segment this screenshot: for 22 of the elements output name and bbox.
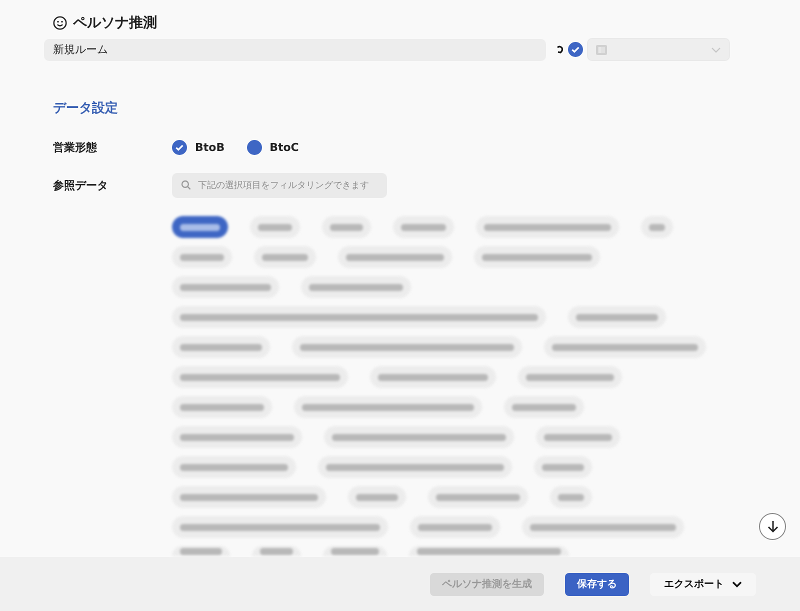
scroll-down-button[interactable] <box>759 513 786 540</box>
chevron-down-icon <box>732 580 742 588</box>
confirm-icon[interactable] <box>568 42 583 57</box>
page-title: ペルソナ推測 <box>73 14 157 32</box>
option-label: BtoC <box>270 141 299 154</box>
field-label: 営業形態 <box>52 140 98 155</box>
room-name-field[interactable]: 新規ルーム <box>44 38 546 60</box>
section-heading: データ設定 <box>53 100 119 117</box>
smiley-icon <box>53 16 67 30</box>
filter-field[interactable]: 下記の選択項目をフィルタリングできます <box>172 173 387 198</box>
chevron-down-icon <box>711 46 721 52</box>
field-label: 参照データ <box>52 178 109 193</box>
option-label: BtoB <box>195 141 225 154</box>
save-button[interactable]: 保存する <box>565 572 629 596</box>
option-dot[interactable] <box>246 140 262 155</box>
arrow-down-icon <box>766 520 778 533</box>
search-icon <box>181 180 191 190</box>
undo-icon[interactable] <box>556 45 564 54</box>
export-button[interactable]: エクスポート <box>650 572 756 596</box>
blurred-tag[interactable] <box>172 216 228 238</box>
list-icon <box>596 44 607 54</box>
checked-icon[interactable] <box>172 140 187 155</box>
